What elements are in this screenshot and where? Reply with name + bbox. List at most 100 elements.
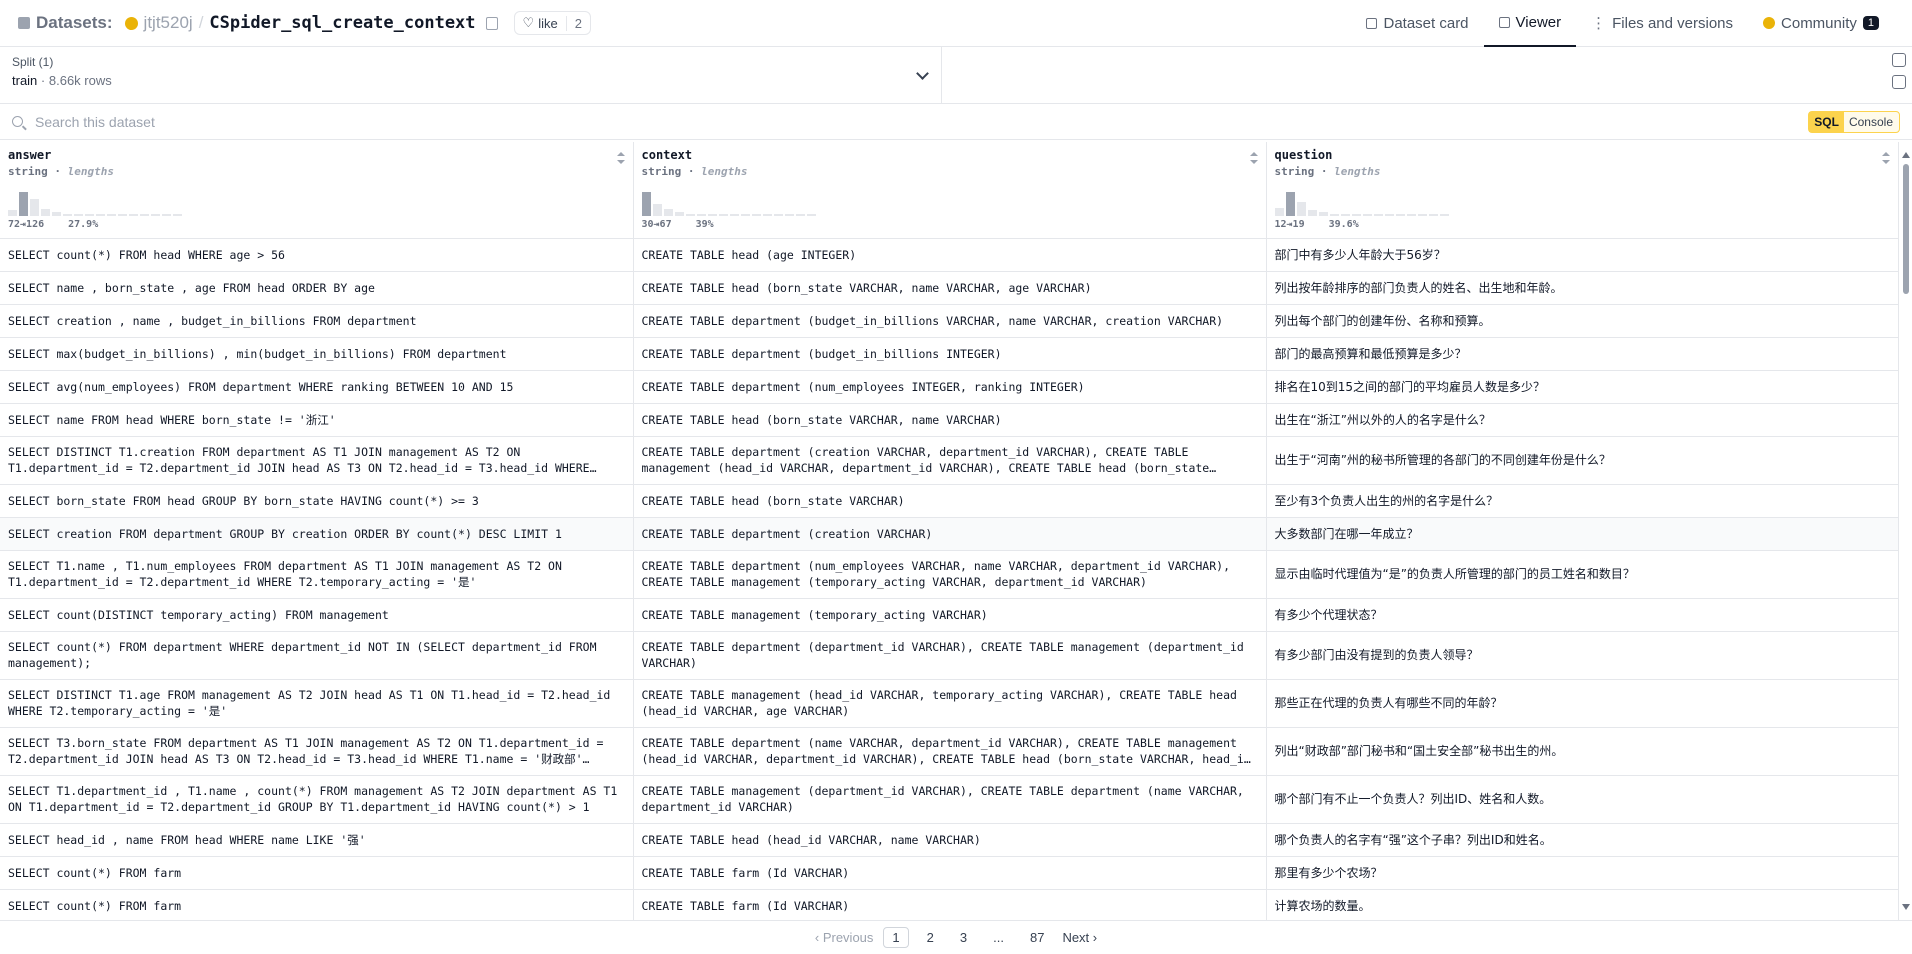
cell-question[interactable]: 列出按年龄排序的部门负责人的姓名、出生地和年龄。	[1266, 271, 1899, 305]
table-row[interactable]: SELECT name FROM head WHERE born_state !…	[0, 403, 1899, 437]
histogram-bar[interactable]	[762, 214, 772, 216]
cell-answer[interactable]: SELECT creation FROM department GROUP BY…	[0, 517, 634, 551]
cell-context[interactable]: CREATE TABLE farm (Id VARCHAR)	[633, 856, 1267, 890]
search-input[interactable]	[35, 113, 1809, 130]
cell-context[interactable]: CREATE TABLE department (num_employees I…	[633, 370, 1267, 404]
cell-answer[interactable]: SELECT creation , name , budget_in_billi…	[0, 304, 634, 338]
cell-answer[interactable]: SELECT DISTINCT T1.creation FROM departm…	[0, 436, 634, 485]
histogram-bar[interactable]	[696, 214, 706, 216]
table-row[interactable]: SELECT count(DISTINCT temporary_acting) …	[0, 598, 1899, 632]
cell-answer[interactable]: SELECT name FROM head WHERE born_state !…	[0, 403, 634, 437]
cell-question[interactable]: 出生于“河南”州的秘书所管理的各部门的不同创建年份是什么？	[1266, 436, 1899, 485]
column-header-question[interactable]: question string · lengths 12⇥19 39.6%	[1266, 142, 1899, 239]
page-button[interactable]: 2	[919, 928, 942, 947]
cell-answer[interactable]: SELECT count(*) FROM department WHERE de…	[0, 631, 634, 680]
histogram-bar[interactable]	[41, 209, 50, 216]
cell-context[interactable]: CREATE TABLE management (temporary_actin…	[633, 598, 1267, 632]
tab-dataset-card[interactable]: Dataset card	[1351, 0, 1483, 47]
histogram-bar[interactable]	[129, 214, 138, 216]
histogram-bar[interactable]	[1318, 212, 1328, 216]
histogram-bar[interactable]	[1329, 214, 1339, 216]
cell-question[interactable]: 排名在10到15之间的部门的平均雇员人数是多少？	[1266, 370, 1899, 404]
histogram-bar[interactable]	[162, 214, 171, 216]
histogram-bar[interactable]	[1373, 214, 1383, 216]
table-row[interactable]: SELECT DISTINCT T1.creation FROM departm…	[0, 436, 1899, 485]
cell-question[interactable]: 那里有多少个农场？	[1266, 856, 1899, 890]
cell-question[interactable]: 大多数部门在哪一年成立？	[1266, 517, 1899, 551]
histogram-bar[interactable]	[663, 209, 673, 216]
table-row[interactable]: SELECT avg(num_employees) FROM departmen…	[0, 370, 1899, 404]
table-row[interactable]: SELECT head_id , name FROM head WHERE na…	[0, 823, 1899, 857]
table-row[interactable]: SELECT max(budget_in_billions) , min(bud…	[0, 337, 1899, 371]
scroll-thumb[interactable]	[1903, 164, 1909, 294]
table-row[interactable]: SELECT count(*) FROM head WHERE age > 56…	[0, 238, 1899, 272]
table-row[interactable]: SELECT T1.department_id , T1.name , coun…	[0, 775, 1899, 824]
histogram-bar[interactable]	[1362, 214, 1372, 216]
cell-answer[interactable]: SELECT max(budget_in_billions) , min(bud…	[0, 337, 634, 371]
vertical-scrollbar[interactable]	[1902, 152, 1910, 910]
cell-question[interactable]: 出生在“浙江”州以外的人的名字是什么？	[1266, 403, 1899, 437]
cell-question[interactable]: 哪个部门有不止一个负责人？列出ID、姓名和人数。	[1266, 775, 1899, 824]
histogram-bar[interactable]	[751, 214, 761, 216]
histogram-bar[interactable]	[1428, 214, 1438, 216]
sort-icon[interactable]	[1881, 152, 1890, 164]
histogram-bar[interactable]	[718, 214, 728, 216]
histogram-bar[interactable]	[1285, 192, 1295, 216]
column-header-context[interactable]: context string · lengths 30⇥67 39%	[633, 142, 1267, 239]
histogram-bar[interactable]	[1395, 214, 1405, 216]
histogram-bar[interactable]	[30, 199, 39, 216]
sort-icon[interactable]	[616, 152, 625, 164]
tab-files-and-versions[interactable]: ⋮ Files and versions	[1576, 0, 1748, 47]
page-button[interactable]: 1	[883, 927, 909, 948]
cell-question[interactable]: 列出“财政部”部门秘书和“国土安全部”秘书出生的州。	[1266, 727, 1899, 776]
cell-context[interactable]: CREATE TABLE department (name VARCHAR, d…	[633, 727, 1267, 776]
histogram-bar[interactable]	[140, 214, 149, 216]
histogram-bar[interactable]	[74, 214, 83, 216]
cell-answer[interactable]: SELECT T3.born_state FROM department AS …	[0, 727, 634, 776]
next-page-button[interactable]: Next ›	[1062, 930, 1097, 945]
histogram-bar[interactable]	[784, 214, 794, 216]
histogram-bar[interactable]	[641, 192, 651, 216]
histogram-bar[interactable]	[1417, 214, 1427, 216]
histogram-bar[interactable]	[85, 214, 94, 216]
cell-context[interactable]: CREATE TABLE department (department_id V…	[633, 631, 1267, 680]
histogram-bar[interactable]	[107, 214, 116, 216]
table-row[interactable]: SELECT count(*) FROM department WHERE de…	[0, 631, 1899, 680]
scroll-down-icon[interactable]	[1902, 904, 1910, 910]
histogram-bar[interactable]	[1307, 210, 1317, 216]
histogram-bar[interactable]	[795, 214, 805, 216]
cell-question[interactable]: 显示由临时代理值为“是”的负责人所管理的部门的员工姓名和数目？	[1266, 550, 1899, 599]
cell-question[interactable]: 有多少个代理状态？	[1266, 598, 1899, 632]
datasets-label[interactable]: Datasets:	[36, 13, 113, 33]
table-row[interactable]: SELECT count(*) FROM farm CREATE TABLE fa…	[0, 889, 1899, 920]
cell-answer[interactable]: SELECT born_state FROM head GROUP BY bor…	[0, 484, 634, 518]
cell-answer[interactable]: SELECT name , born_state , age FROM head…	[0, 271, 634, 305]
table-row[interactable]: SELECT creation FROM department GROUP BY…	[0, 517, 1899, 551]
histogram-bar[interactable]	[52, 212, 61, 216]
sql-console-button[interactable]: SQL Console	[1808, 110, 1900, 133]
owner-link[interactable]: jtjt520j	[144, 13, 193, 33]
more-options-icon[interactable]	[1892, 75, 1906, 89]
histogram-bar[interactable]	[674, 212, 684, 216]
histogram-bar[interactable]	[806, 214, 816, 216]
histogram-bar[interactable]	[173, 214, 182, 216]
cell-question[interactable]: 列出每个部门的创建年份、名称和预算。	[1266, 304, 1899, 338]
cell-question[interactable]: 部门的最高预算和最低预算是多少？	[1266, 337, 1899, 371]
cell-context[interactable]: CREATE TABLE head (born_state VARCHAR, n…	[633, 271, 1267, 305]
table-row[interactable]: SELECT born_state FROM head GROUP BY bor…	[0, 484, 1899, 518]
cell-context[interactable]: CREATE TABLE management (head_id VARCHAR…	[633, 679, 1267, 728]
page-button[interactable]: 3	[952, 928, 975, 947]
table-row[interactable]: SELECT count(*) FROM farm CREATE TABLE fa…	[0, 856, 1899, 890]
cell-context[interactable]: CREATE TABLE head (head_id VARCHAR, name…	[633, 823, 1267, 857]
cell-question[interactable]: 有多少部门由没有提到的负责人领导？	[1266, 631, 1899, 680]
cell-answer[interactable]: SELECT DISTINCT T1.age FROM management A…	[0, 679, 634, 728]
cell-context[interactable]: CREATE TABLE head (born_state VARCHAR)	[633, 484, 1267, 518]
repo-name[interactable]: CSpider_sql_create_context	[209, 13, 475, 33]
page-button[interactable]: 87	[1022, 928, 1052, 947]
cell-question[interactable]: 至少有3个负责人出生的州的名字是什么？	[1266, 484, 1899, 518]
histogram-bar[interactable]	[19, 192, 28, 216]
cell-question[interactable]: 计算农场的数量。	[1266, 889, 1899, 920]
cell-answer[interactable]: SELECT T1.department_id , T1.name , coun…	[0, 775, 634, 824]
histogram-bar[interactable]	[773, 214, 783, 216]
cell-context[interactable]: CREATE TABLE department (num_employees V…	[633, 550, 1267, 599]
